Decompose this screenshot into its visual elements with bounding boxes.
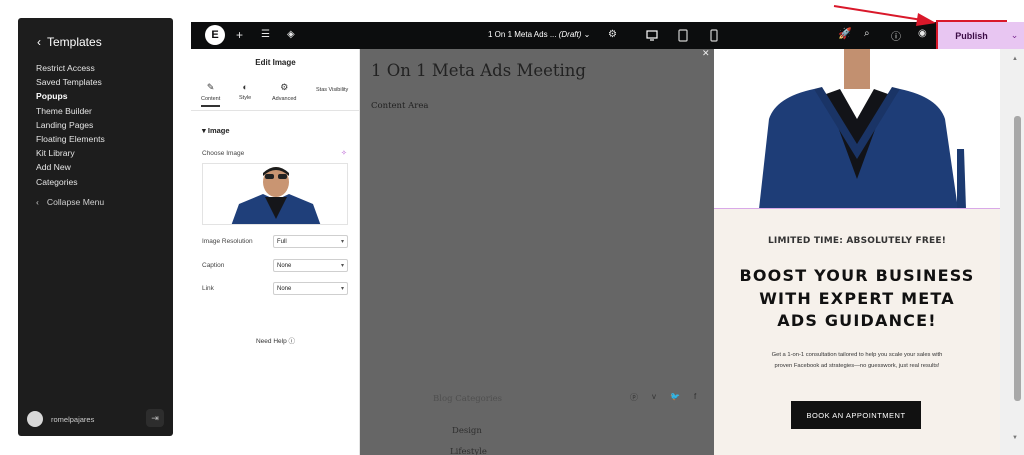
menu-item-categories[interactable]: Categories [36, 175, 105, 189]
chevron-left-icon: ‹ [37, 35, 41, 49]
help-circle-icon: ⓘ [288, 338, 296, 345]
contrast-icon: ◐ [242, 82, 248, 92]
menu-item-kit-library[interactable]: Kit Library [36, 146, 105, 160]
search-icon[interactable]: ⌕ [864, 28, 870, 39]
tab-style-label: Style [239, 95, 252, 101]
chevron-left-icon: ‹ [36, 197, 39, 207]
tab-advanced-label: Advanced [272, 96, 297, 102]
chevron-down-icon: ⌄ [583, 30, 591, 39]
help-icon[interactable]: ⓘ [891, 28, 901, 43]
pencil-icon: ✎ [206, 82, 215, 92]
caption-label: Caption [202, 262, 225, 269]
notifications-rocket-icon[interactable]: 🚀 [838, 27, 852, 40]
templates-title: Templates [47, 35, 102, 49]
logout-icon[interactable]: ⇥ [146, 409, 164, 427]
tab-visibility[interactable]: Stas Visibility [316, 87, 348, 93]
scroll-down-icon[interactable]: ▼ [1012, 435, 1018, 441]
wp-admin-sidebar: ‹ Templates Restrict Access Saved Templa… [18, 18, 173, 436]
back-to-templates[interactable]: ‹ Templates [37, 35, 102, 49]
menu-item-landing-pages[interactable]: Landing Pages [36, 118, 105, 132]
content-area-text: Content Area [371, 101, 429, 111]
category-lifestyle[interactable]: Lifestyle [450, 447, 487, 455]
caption-select[interactable]: None [273, 259, 348, 272]
popup-desc-line1: Get a 1-on-1 consultation tailored to he… [771, 352, 943, 358]
category-design[interactable]: Design [452, 426, 482, 436]
page-title: 1 On 1 Meta Ads Meeting [371, 61, 586, 80]
desktop-view-icon[interactable] [646, 30, 658, 41]
publish-button[interactable]: Publish [936, 20, 1007, 51]
popup-headline-line3: ADS GUIDANCE! [777, 311, 937, 330]
username: romelpajares [51, 414, 95, 424]
ai-sparkle-icon[interactable]: ✧ [341, 149, 347, 157]
need-help-link[interactable]: Need Help ⓘ [191, 335, 360, 345]
person-photo-thumbnail [203, 164, 347, 224]
user-profile[interactable]: romelpajares [27, 411, 94, 427]
gear-icon: ⚙ [280, 82, 289, 92]
tablet-view-icon[interactable] [678, 29, 688, 42]
twitter-icon[interactable]: 🐦 [670, 392, 680, 403]
document-status: (Draft) [558, 30, 582, 39]
templates-menu: Restrict Access Saved Templates Popups T… [36, 61, 105, 189]
editor-canvas: 1 On 1 Meta Ads Meeting Content Area Blo… [360, 49, 714, 455]
menu-item-popups[interactable]: Popups [36, 89, 105, 103]
caret-down-icon: ▾ [202, 126, 206, 135]
menu-item-floating-elements[interactable]: Floating Elements [36, 132, 105, 146]
tab-content[interactable]: ✎ Content [201, 82, 221, 107]
link-label: Link [202, 285, 214, 292]
tab-visibility-label: Stas Visibility [316, 87, 349, 93]
edit-image-panel: Edit Image ✎ Content ◐ Style ⚙ Advanced … [191, 49, 360, 455]
popup-hero-image[interactable] [714, 49, 1000, 209]
menu-item-add-new[interactable]: Add New [36, 160, 105, 174]
close-popup-icon[interactable]: ✕ [702, 48, 710, 59]
canvas-scrollbar[interactable]: ▲ ▼ [1000, 49, 1024, 455]
image-resolution-select[interactable]: Full [273, 235, 348, 248]
tab-advanced[interactable]: ⚙ Advanced [272, 82, 296, 102]
choose-image-label: Choose Image [202, 150, 245, 157]
popup-preview: LIMITED TIME: ABSOLUTELY FREE! BOOST YOU… [714, 49, 1000, 455]
image-resolution-label: Image Resolution [202, 238, 253, 245]
tab-content-label: Content [201, 96, 221, 102]
popup-kicker: LIMITED TIME: ABSOLUTELY FREE! [767, 236, 947, 246]
image-section-toggle[interactable]: ▾ Image [202, 126, 230, 135]
image-preview[interactable] [202, 163, 348, 225]
link-select[interactable]: None [273, 282, 348, 295]
document-title-dropdown[interactable]: 1 On 1 Meta Ads ... (Draft) ⌄ [488, 30, 590, 39]
popup-headline-line2: WITH EXPERT META [759, 288, 955, 308]
collapse-menu-label: Collapse Menu [46, 197, 105, 207]
structure-layers-icon[interactable]: ◈ [287, 29, 295, 40]
publish-options-chevron-icon[interactable]: ⌄ [1005, 22, 1024, 49]
collapse-menu-button[interactable]: ‹ Collapse Menu [36, 197, 104, 207]
vimeo-icon[interactable]: v [652, 392, 656, 403]
pinterest-icon[interactable]: ⓟ [630, 392, 638, 403]
menu-item-theme-builder[interactable]: Theme Builder [36, 104, 105, 118]
popup-headline: BOOST YOUR BUSINESS WITH EXPERT META ADS… [714, 265, 1000, 333]
scrollbar-thumb[interactable] [1014, 116, 1021, 401]
facebook-icon[interactable]: f [694, 392, 696, 403]
add-element-icon[interactable]: + [236, 28, 243, 42]
need-help-label: Need Help [255, 338, 287, 345]
person-photo [714, 49, 1000, 208]
panel-title: Edit Image [255, 58, 296, 67]
menu-item-saved-templates[interactable]: Saved Templates [36, 75, 105, 89]
social-icons: ⓟ v 🐦 f [630, 392, 696, 403]
tab-style[interactable]: ◐ Style [239, 82, 251, 101]
page-settings-gear-icon[interactable]: ⚙ [608, 29, 617, 40]
blog-categories-heading: Blog Categories [433, 394, 502, 404]
site-settings-icon[interactable]: ☰ [261, 29, 270, 40]
image-section-label: Image [207, 126, 230, 135]
elementor-logo-icon[interactable]: E [205, 25, 225, 45]
panel-tabs: ✎ Content ◐ Style ⚙ Advanced Stas Visibi… [191, 79, 360, 111]
annotation-arrow-icon [833, 5, 936, 26]
menu-item-restrict-access[interactable]: Restrict Access [36, 61, 105, 75]
scroll-up-icon[interactable]: ▲ [1012, 56, 1018, 62]
popup-headline-line1: BOOST YOUR BUSINESS [739, 266, 975, 285]
book-appointment-button[interactable]: BOOK AN APPOINTMENT [791, 401, 921, 429]
preview-eye-icon[interactable]: ◉ [918, 28, 927, 39]
document-title: 1 On 1 Meta Ads ... [488, 30, 557, 39]
popup-desc-line2: proven Facebook ad strategies—no guesswo… [774, 363, 940, 369]
mobile-view-icon[interactable] [710, 29, 718, 42]
popup-description: Get a 1-on-1 consultation tailored to he… [749, 350, 965, 372]
avatar [27, 411, 43, 427]
